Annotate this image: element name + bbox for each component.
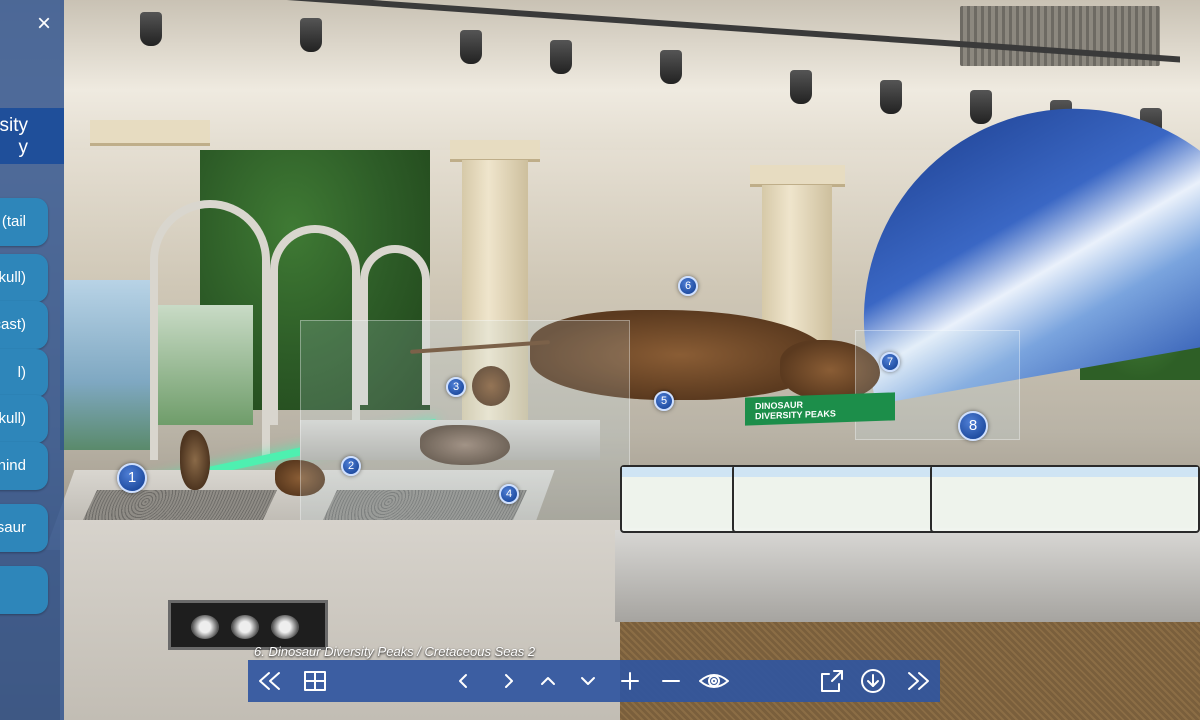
sidebar-item-label: kull) — [0, 269, 26, 286]
column-capital — [90, 120, 210, 146]
panorama-viewer[interactable]: DINOSAUR DIVERSITY PEAKS 1 2 3 4 5 6 7 8… — [0, 0, 1200, 720]
glass-case — [855, 330, 1020, 440]
chevron-right-icon — [505, 674, 513, 688]
floor-vent — [168, 600, 328, 650]
info-panel-strip — [622, 467, 743, 477]
arrow-down-circle-icon — [861, 669, 885, 693]
info-panel — [620, 465, 745, 533]
hotspot-2[interactable]: 2 — [341, 456, 361, 476]
gallery-arch — [150, 200, 270, 460]
pan-left-button[interactable] — [448, 666, 478, 696]
sidebar-title-line1: sity — [0, 115, 28, 136]
sidebar-item-5[interactable]: kull) — [0, 395, 48, 443]
wall-mural — [60, 280, 150, 450]
pan-right-button[interactable] — [494, 666, 524, 696]
hotspot-3[interactable]: 3 — [446, 377, 466, 397]
sidebar-item-label: kull) — [0, 410, 26, 427]
info-panel-strip — [932, 467, 1198, 477]
ceiling-lamp — [550, 40, 572, 74]
exhibit-case-base — [615, 530, 1200, 622]
chevron-down-icon — [581, 677, 595, 685]
floor-vent-opening — [271, 615, 299, 639]
hotspot-5[interactable]: 5 — [654, 391, 674, 411]
scene-caption: 6. Dinosaur Diversity Peaks / Cretaceous… — [254, 644, 536, 659]
fullscreen-button[interactable] — [817, 666, 847, 696]
sidebar-title-line2: y — [18, 137, 29, 158]
column-capital — [750, 165, 845, 187]
sidebar-item-1[interactable]: (tail — [0, 198, 48, 246]
chevron-up-icon — [541, 677, 555, 685]
sidebar-item-4[interactable]: l) — [0, 349, 48, 397]
hotspot-8[interactable]: 8 — [958, 411, 988, 441]
display-gravel — [83, 490, 277, 520]
tour-sidebar: × sity y (tail kull) (cast) l) kull) r (… — [0, 0, 64, 720]
close-sidebar-button[interactable]: × — [30, 10, 58, 38]
hotspot-6[interactable]: 6 — [678, 276, 698, 296]
floor-vent-opening — [231, 615, 259, 639]
hotspot-7[interactable]: 7 — [880, 352, 900, 372]
grid-icon — [304, 671, 326, 691]
sidebar-item-2[interactable]: kull) — [0, 254, 48, 302]
ceiling-lamp — [140, 12, 162, 46]
sidebar-item-label: r (hind — [0, 457, 26, 474]
sidebar-item-label: (tail — [1, 213, 26, 230]
sidebar-item-8[interactable] — [0, 566, 48, 614]
sidebar-title: sity y — [0, 108, 64, 164]
sidebar-item-label: l) — [17, 364, 26, 381]
minus-icon — [662, 680, 680, 682]
double-chevron-left-icon — [259, 672, 280, 690]
rewind-button[interactable] — [254, 666, 284, 696]
view-mode-button[interactable] — [696, 666, 732, 696]
plus-icon — [621, 672, 639, 690]
panorama-scene[interactable]: DINOSAUR DIVERSITY PEAKS — [0, 0, 1200, 720]
floor-vent-opening — [191, 615, 219, 639]
zoom-out-button[interactable] — [656, 666, 686, 696]
chevron-left-icon — [459, 674, 467, 688]
pan-down-button[interactable] — [573, 666, 603, 696]
sidebar-item-label: nosaur — [0, 519, 26, 536]
double-chevron-right-icon — [908, 672, 929, 690]
hotspot-4[interactable]: 4 — [499, 484, 519, 504]
info-panel — [930, 465, 1200, 533]
eye-icon — [699, 674, 729, 688]
sidebar-item-6[interactable]: r (hind — [0, 442, 48, 490]
thumbnails-button[interactable] — [300, 666, 330, 696]
navigation-toolbar — [248, 660, 940, 702]
ceiling-lamp — [880, 80, 902, 114]
sidebar-item-3[interactable]: (cast) — [0, 301, 48, 349]
sidebar-item-7[interactable]: nosaur — [0, 504, 48, 552]
ceiling-lamp — [660, 50, 682, 84]
ceiling-lamp — [460, 30, 482, 64]
column-capital — [450, 140, 540, 162]
expand-icon — [821, 670, 843, 692]
sidebar-item-label: (cast) — [0, 316, 26, 333]
download-button[interactable] — [858, 666, 888, 696]
fast-forward-button[interactable] — [904, 666, 934, 696]
zoom-in-button[interactable] — [615, 666, 645, 696]
pan-up-button[interactable] — [533, 666, 563, 696]
exhibit-sign: DINOSAUR DIVERSITY PEAKS — [745, 392, 895, 426]
hotspot-1[interactable]: 1 — [117, 463, 147, 493]
ceiling-lamp — [790, 70, 812, 104]
ceiling-lamp — [970, 90, 992, 124]
ceiling-lamp — [300, 18, 322, 52]
